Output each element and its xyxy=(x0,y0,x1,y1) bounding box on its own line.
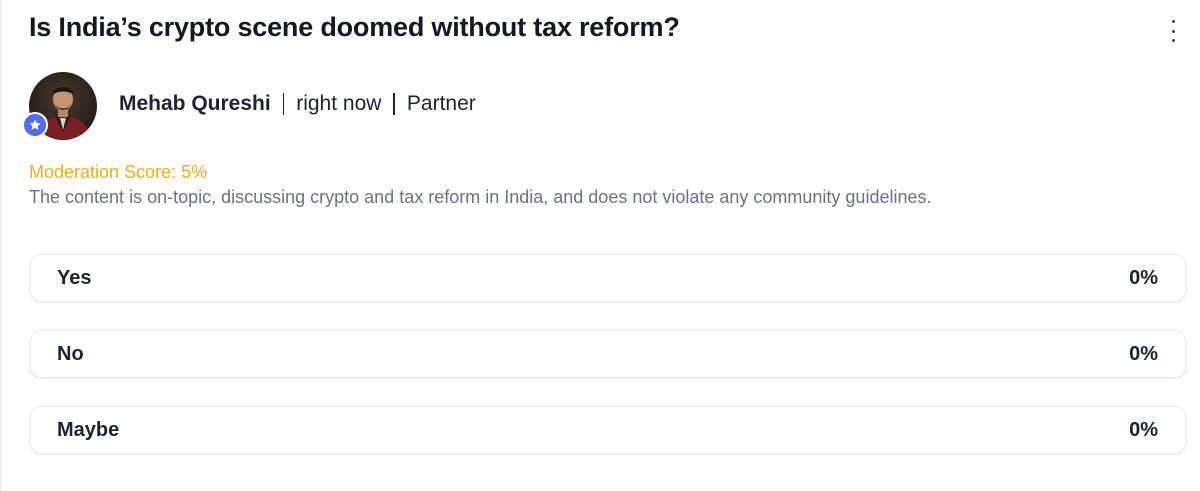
poll-option-no[interactable]: No 0% xyxy=(31,331,1185,377)
moderation-score: Moderation Score: 5% xyxy=(29,162,208,182)
more-options-icon[interactable] xyxy=(1161,18,1185,44)
separator xyxy=(393,93,395,115)
poll-option-label: No xyxy=(57,343,84,365)
menu-dot xyxy=(1171,29,1175,33)
poll-option-percent: 0% xyxy=(1129,419,1158,441)
poll-option-label: Maybe xyxy=(57,419,120,441)
poll-option-maybe[interactable]: Maybe 0% xyxy=(31,407,1185,453)
post-time: right now xyxy=(296,92,382,115)
author-role: Partner xyxy=(406,92,476,115)
poll-option-yes[interactable]: Yes 0% xyxy=(31,255,1185,301)
poll-option-percent: 0% xyxy=(1129,343,1158,365)
separator xyxy=(282,93,285,115)
poll-option-percent: 0% xyxy=(1129,267,1158,289)
star-icon xyxy=(29,119,41,130)
author-name[interactable]: Mehab Qureshi xyxy=(119,92,271,116)
post-title: Is India’s crypto scene doomed without t… xyxy=(29,12,680,42)
poll-card: Is India’s crypto scene doomed without t… xyxy=(0,0,1199,491)
moderation-description: The content is on-topic, discussing cryp… xyxy=(29,187,932,207)
author-meta: Mehab Qureshi right now Partner xyxy=(119,92,476,116)
menu-dot xyxy=(1171,39,1175,42)
verified-badge xyxy=(22,112,48,138)
author-avatar-group[interactable] xyxy=(22,70,99,144)
poll-option-label: Yes xyxy=(57,267,92,289)
menu-dot xyxy=(1171,20,1175,23)
